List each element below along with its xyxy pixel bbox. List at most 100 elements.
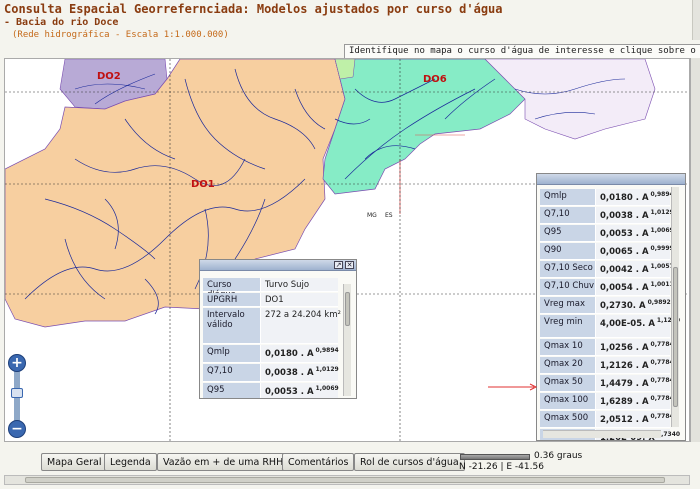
value-text: 0,0038 . A xyxy=(265,367,314,378)
popup-right-scrollbar[interactable] xyxy=(671,187,679,427)
comentarios-button[interactable]: Comentários xyxy=(282,453,355,471)
value-text: 0,0065 . A xyxy=(600,246,649,257)
popup-right-hscrollbar[interactable] xyxy=(543,430,661,438)
popup-left-scroll-thumb[interactable] xyxy=(345,292,350,326)
zoom-control: + − xyxy=(8,354,26,438)
page-title: Consulta Espacial Georrefernciada: Model… xyxy=(4,2,503,16)
window-edge xyxy=(692,0,700,40)
info-row-value: 0,0038 . A 1,0129 xyxy=(261,364,339,382)
zoom-out-button[interactable]: − xyxy=(8,420,26,438)
info-row-value: 0,0180 . A 0,9894 xyxy=(261,345,339,363)
value-text: 1,2126 . A xyxy=(600,360,649,371)
info-row: Vreg max 0,2730. A 0,9892 xyxy=(540,297,671,314)
vazao-button[interactable]: Vazão em + de uma RHH xyxy=(157,453,290,471)
info-row-label: Qmax 100 xyxy=(540,393,596,410)
info-row-label: Q7,10 Seco xyxy=(540,261,596,278)
info-row-value: 4,00E-05. A 1,1250 xyxy=(596,315,680,338)
popup-info-left: ↗ ✕ Curso d'água Turvo Sujo UPGRH DO1 Interv… xyxy=(199,259,357,399)
pin-icon[interactable]: ↗ xyxy=(334,261,343,269)
info-row-label: Q7,10 Chuv xyxy=(540,279,596,296)
info-row-value: 0,0053 . A 1,0069 xyxy=(596,225,674,242)
info-row: UPGRH DO1 xyxy=(203,293,338,307)
page-subtitle: - Bacia do rio Doce xyxy=(4,17,119,28)
exponent-text: 0,9892 xyxy=(647,299,671,306)
value-text: 0,0053 . A xyxy=(600,228,649,239)
info-row-value: 0,0065 . A 0,9999 xyxy=(596,243,674,260)
info-row-value: 0,0053 . A 1,0069 xyxy=(261,383,339,398)
scale-value: 0.36 graus xyxy=(534,451,583,461)
value-text: 1,0256 . A xyxy=(600,342,649,353)
zoom-in-button[interactable]: + xyxy=(8,354,26,372)
info-row-value: 1,4479 . A 0,7784 xyxy=(596,375,674,392)
info-row: Q7,10 0,0038 . A 1,0129 xyxy=(540,207,674,224)
info-row-value: 0,2730. A 0,9892 xyxy=(596,297,671,314)
annotation-arrow xyxy=(488,383,538,391)
state-label-es: ES xyxy=(385,212,393,219)
info-row-label: Vreg min xyxy=(540,315,596,338)
info-row-label: Intervalo válido xyxy=(203,308,261,344)
info-row-label: Qmax 10 xyxy=(540,339,596,356)
info-row-label: Curso d'água xyxy=(203,278,261,300)
info-row: Qmax 500 2,0512 . A 0,7784 xyxy=(540,411,674,428)
exponent-text: 0,9894 xyxy=(315,347,339,354)
info-row-value: 272 a 24.204 km² xyxy=(261,308,341,344)
info-row-label: Q7,10 xyxy=(540,207,596,224)
scale-bar xyxy=(460,454,530,460)
info-row-value: 1,2126 . A 0,7784 xyxy=(596,357,674,374)
close-icon[interactable]: ✕ xyxy=(345,261,354,269)
scale-note: (Rede hidrográfica - Escala 1:1.000.000) xyxy=(12,30,229,40)
info-row-label: Q95 xyxy=(203,383,261,398)
info-row: Q7,10 Seco 0,0042 . A 1,0057 xyxy=(540,261,674,278)
instruction-bar: Identifique no mapa o curso d'água de in… xyxy=(344,44,700,58)
info-row-label: Q90 xyxy=(540,243,596,260)
info-row-label: Q7,10 xyxy=(203,364,261,382)
info-row-value: 2,0512 . A 0,7784 xyxy=(596,411,674,428)
info-row-label: Qmax 20 xyxy=(540,357,596,374)
popup-right-scroll-thumb[interactable] xyxy=(673,267,678,407)
info-row: Vreg min 4,00E-05. A 1,1250 xyxy=(540,315,680,338)
bottom-toolbar: Mapa Geral Legenda Vazão em + de uma RHH… xyxy=(0,446,700,476)
horizontal-scroll-thumb[interactable] xyxy=(25,477,665,483)
value-text: 0,0053 . A xyxy=(265,386,314,397)
region-label-do6: DO6 xyxy=(423,74,447,85)
info-row-value: 0,0038 . A 1,0129 xyxy=(596,207,674,224)
info-row-label: UPGRH xyxy=(203,293,261,307)
value-text: 4,00E-05. A xyxy=(600,318,655,329)
exponent-text: 1,0129 xyxy=(315,366,339,373)
value-text: Turvo Sujo xyxy=(265,280,310,290)
info-row: Qmax 100 1,6289 . A 0,7784 xyxy=(540,393,674,410)
value-text: 0,0038 . A xyxy=(600,210,649,221)
value-text: 1,4479 . A xyxy=(600,378,649,389)
value-text: 272 a 24.204 km² xyxy=(265,310,341,320)
info-row: Curso d'água Turvo Sujo xyxy=(203,278,338,300)
value-text: 0,0180 . A xyxy=(265,348,314,359)
info-row-label: Qmlp xyxy=(203,345,261,363)
info-row-label: Qmax 50 xyxy=(540,375,596,392)
horizontal-scrollbar[interactable] xyxy=(4,475,690,485)
state-label-mg: MG xyxy=(367,212,377,219)
info-row-value: 0,0180 . A 0,9894 xyxy=(596,189,674,206)
info-row-value: 0,0042 . A 1,0057 xyxy=(596,261,674,278)
value-text: 1,6289 . A xyxy=(600,396,649,407)
app-window: Consulta Espacial Georrefernciada: Model… xyxy=(0,0,700,489)
info-row: Qmax 50 1,4479 . A 0,7784 xyxy=(540,375,674,392)
info-row-label: Q95 xyxy=(540,225,596,242)
info-row-value: DO1 xyxy=(261,293,338,307)
zoom-slider-handle[interactable] xyxy=(11,388,23,398)
popup-titlebar: ↗ ✕ xyxy=(200,260,356,271)
value-text: 0,0042 . A xyxy=(600,264,649,275)
exponent-text: 1,0069 xyxy=(315,385,339,392)
info-row: Q95 0,0053 . A 1,0069 xyxy=(203,383,339,398)
info-row-value: Turvo Sujo xyxy=(261,278,338,292)
rol-cursos-button[interactable]: Rol de cursos d'água xyxy=(354,453,465,471)
value-text: 0,2730. A xyxy=(600,300,646,311)
info-row: Qmlp 0,0180 . A 0,9894 xyxy=(540,189,674,206)
mapa-geral-button[interactable]: Mapa Geral xyxy=(41,453,108,471)
info-row: Q95 0,0053 . A 1,0069 xyxy=(540,225,674,242)
legenda-button[interactable]: Legenda xyxy=(104,453,157,471)
map-vertical-scrollbar[interactable] xyxy=(690,58,700,442)
popup-left-scrollbar[interactable] xyxy=(343,284,351,396)
info-row: Qmlp 0,0180 . A 0,9894 xyxy=(203,345,339,363)
info-row: Q7,10 Chuv 0,0054 . A 1,0011 xyxy=(540,279,674,296)
info-row: Q90 0,0065 . A 0,9999 xyxy=(540,243,674,260)
